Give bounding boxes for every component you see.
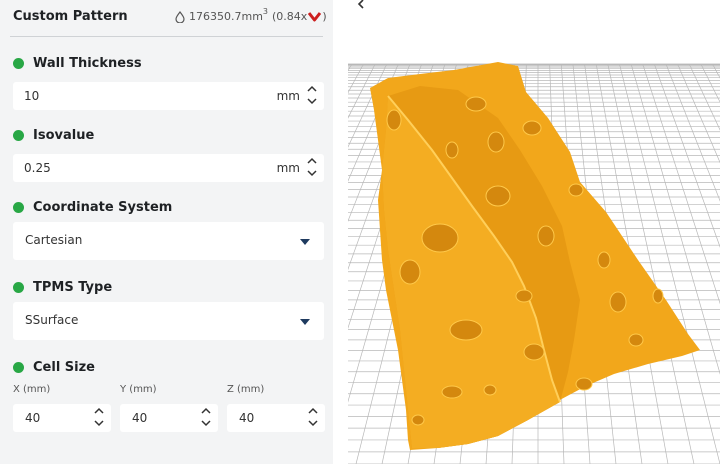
status-dot (13, 58, 24, 69)
cell-size-label: Cell Size (13, 360, 95, 375)
status-dot (13, 130, 24, 141)
chevron-up-icon[interactable] (306, 84, 318, 94)
isovalue-stepper[interactable] (305, 156, 319, 180)
coordinate-system-select[interactable]: Cartesian (13, 222, 324, 260)
chevron-up-icon[interactable] (200, 406, 212, 416)
wall-thickness-input[interactable]: 10 mm (13, 82, 324, 110)
tpms-type-value: SSurface (25, 313, 79, 327)
header-divider (10, 36, 323, 37)
cell-size-x-stepper[interactable] (92, 406, 106, 430)
settings-panel: Custom Pattern 176350.7mm 3 (0.84x ) Wall… (0, 0, 333, 464)
cell-size-x-label: X (mm) (13, 384, 51, 395)
tpms-type-select[interactable]: SSurface (13, 302, 324, 340)
volume-ratio-close: ) (322, 10, 327, 23)
cell-size-z-stepper[interactable] (306, 406, 320, 430)
wall-thickness-unit: mm (276, 89, 300, 103)
cell-size-y-stepper[interactable] (199, 406, 213, 430)
chevron-up-icon[interactable] (93, 406, 105, 416)
cell-size-z-label: Z (mm) (227, 384, 265, 395)
chevron-left-icon (357, 0, 364, 9)
isovalue-label-text: Isovalue (33, 128, 95, 143)
isovalue-value[interactable]: 0.25 (24, 161, 51, 175)
isovalue-unit: mm (276, 161, 300, 175)
cell-size-z-value[interactable]: 40 (239, 411, 254, 425)
chevron-down-icon[interactable] (200, 418, 212, 428)
wall-thickness-label-text: Wall Thickness (33, 56, 142, 71)
chevron-up-icon[interactable] (307, 406, 319, 416)
panel-header: Custom Pattern 176350.7mm 3 (0.84x ) (0, 0, 333, 36)
tpms-type-label: TPMS Type (13, 280, 112, 295)
chevron-down-icon[interactable] (306, 96, 318, 106)
cell-size-label-text: Cell Size (33, 360, 95, 375)
wall-thickness-value[interactable]: 10 (24, 89, 39, 103)
chevron-up-icon[interactable] (306, 156, 318, 166)
cell-size-y-label: Y (mm) (120, 384, 157, 395)
isovalue-label: Isovalue (13, 128, 94, 143)
wall-thickness-stepper[interactable] (305, 84, 319, 108)
chevron-down-icon[interactable] (307, 418, 319, 428)
back-button[interactable] (348, 0, 374, 14)
status-dot (13, 282, 24, 293)
chevron-down-icon[interactable] (306, 168, 318, 178)
cell-size-x-input[interactable]: 40 (13, 404, 111, 432)
wall-thickness-label: Wall Thickness (13, 56, 142, 71)
3d-viewport[interactable] (348, 0, 720, 464)
status-dot (13, 362, 24, 373)
cheese-model[interactable] (348, 0, 720, 464)
volume-readout: 176350.7mm 3 (0.84x ) (175, 7, 327, 23)
tpms-type-label-text: TPMS Type (33, 280, 113, 295)
droplet-icon (175, 10, 185, 23)
coordinate-system-label-text: Coordinate System (33, 200, 173, 215)
coordinate-system-label: Coordinate System (13, 200, 172, 215)
status-dot (13, 202, 24, 213)
chevron-down-icon[interactable] (93, 418, 105, 428)
cell-size-x-value[interactable]: 40 (25, 411, 40, 425)
caret-down-icon[interactable] (300, 319, 310, 325)
cell-size-y-value[interactable]: 40 (132, 411, 147, 425)
caret-down-icon[interactable] (300, 239, 310, 245)
volume-value: 176350.7mm (189, 10, 263, 23)
isovalue-input[interactable]: 0.25 mm (13, 154, 324, 182)
coordinate-system-value: Cartesian (25, 233, 83, 247)
cell-size-z-input[interactable]: 40 (227, 404, 325, 432)
heart-icon[interactable] (308, 11, 322, 22)
volume-unit-sup: 3 (262, 7, 269, 16)
cell-size-y-input[interactable]: 40 (120, 404, 218, 432)
panel-title: Custom Pattern (13, 9, 128, 24)
volume-ratio: (0.84x (272, 10, 308, 23)
